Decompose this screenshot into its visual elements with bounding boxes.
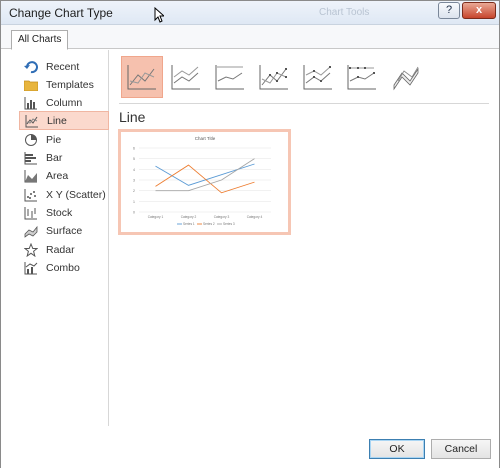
background-title: Chart Tools [319, 7, 370, 18]
preview-y-tick-label: 2 [133, 189, 135, 193]
percent-stacked-line-markers-subtype-icon [347, 65, 376, 90]
preview-x-tick-label: Category 2 [181, 215, 197, 219]
chart-type-column[interactable]: Column [19, 93, 109, 112]
section-title: Line [119, 109, 146, 125]
chart-type-pie[interactable]: Pie [19, 130, 109, 149]
bar-chart-icon [23, 150, 39, 166]
column-chart-icon [23, 95, 39, 111]
preview-series-line [155, 163, 255, 186]
tab-all-charts[interactable]: All Charts [11, 30, 69, 50]
line-markers-subtype-icon [259, 65, 288, 90]
surface-chart-icon [23, 223, 39, 239]
area-chart-icon [23, 168, 39, 184]
preview-y-tick-label: 5 [133, 157, 135, 161]
chart-preview[interactable]: Chart Title 6 5 4 3 2 1 0 Category 1 Category 2 Ca… [118, 129, 291, 235]
dialog-footer: OK Cancel [1, 426, 499, 468]
chart-type-label: Combo [46, 261, 80, 274]
stacked-line-subtype-icon [171, 65, 200, 90]
subtype-100-stacked-line-with-markers[interactable] [341, 56, 383, 98]
tab-strip: All Charts [1, 25, 499, 50]
chart-type-templates[interactable]: Templates [19, 75, 109, 94]
preview-y-tick-label: 3 [133, 179, 135, 183]
chart-type-bar[interactable]: Bar [19, 148, 109, 167]
chart-type-line[interactable]: Line [19, 111, 109, 130]
chart-type-label: Column [46, 96, 83, 109]
chart-type-radar[interactable]: Radar [19, 240, 109, 259]
preview-legend-label: Series 3 [223, 222, 235, 226]
preview-chart-svg: Chart Title 6 5 4 3 2 1 0 Category 1 Category 2 Ca… [133, 136, 271, 226]
cancel-button[interactable]: Cancel [431, 439, 491, 459]
radar-chart-icon [23, 242, 39, 258]
chart-type-label: Bar [46, 151, 63, 164]
line-chart-icon [24, 113, 40, 129]
subtype-stacked-line[interactable] [165, 56, 207, 98]
chart-subtype-gallery [119, 56, 489, 100]
title-bar: Change Chart Type Chart Tools ? x [1, 1, 499, 25]
pie-chart-icon [23, 132, 39, 148]
subtype-stacked-line-with-markers[interactable] [297, 56, 339, 98]
preview-y-tick-label: 6 [133, 147, 135, 151]
preview-x-tick-label: Category 1 [148, 215, 164, 219]
chart-type-surface[interactable]: Surface [19, 221, 109, 240]
mouse-pointer-icon [154, 7, 164, 23]
folder-icon [23, 77, 39, 93]
subtype-100-stacked-line[interactable] [209, 56, 251, 98]
preview-y-tick-label: 1 [133, 200, 135, 204]
scatter-chart-icon [23, 187, 39, 203]
subtype-3d-line[interactable] [385, 56, 427, 98]
chart-type-label: Pie [46, 133, 62, 146]
change-chart-type-dialog: Change Chart Type Chart Tools ? x All Ch… [0, 0, 500, 468]
subtype-line[interactable] [121, 56, 163, 98]
dialog-title: Change Chart Type [9, 6, 113, 20]
chart-type-label: Recent [46, 60, 80, 73]
chart-type-label: Surface [46, 224, 83, 237]
preview-y-tick-label: 0 [133, 211, 135, 215]
separator [119, 103, 489, 104]
line-subtype-icon [127, 65, 156, 90]
chart-type-recent[interactable]: Recent [19, 57, 109, 76]
subtype-line-with-markers[interactable] [253, 56, 295, 98]
3d-line-subtype-icon [393, 66, 419, 91]
chart-type-area[interactable]: Area [19, 166, 109, 185]
chart-type-label: X Y (Scatter) [46, 188, 106, 201]
combo-chart-icon [23, 260, 39, 276]
chart-type-combo[interactable]: Combo [19, 258, 109, 277]
stacked-line-markers-subtype-icon [303, 65, 332, 90]
chart-type-stock[interactable]: Stock [19, 203, 109, 222]
percent-stacked-line-subtype-icon [215, 65, 244, 90]
preview-legend-label: Series 1 [183, 222, 195, 226]
chart-type-list: Recent Templates Column Line Pie Bar Are… [11, 50, 109, 426]
preview-chart-title: Chart Title [195, 136, 216, 141]
chart-type-label: Templates [46, 78, 94, 91]
ok-button[interactable]: OK [369, 439, 425, 459]
chart-type-label: Line [47, 114, 67, 127]
stock-chart-icon [23, 205, 39, 221]
close-button[interactable]: x [462, 2, 496, 19]
preview-x-tick-label: Category 4 [247, 215, 263, 219]
preview-x-tick-label: Category 3 [214, 215, 230, 219]
chart-type-label: Stock [46, 206, 73, 219]
chart-type-label: Radar [46, 243, 75, 256]
help-button[interactable]: ? [438, 2, 460, 19]
recent-icon [23, 59, 39, 75]
preview-legend-label: Series 2 [203, 222, 215, 226]
chart-type-label: Area [46, 169, 69, 182]
chart-type-scatter[interactable]: X Y (Scatter) [19, 185, 109, 204]
preview-y-tick-label: 4 [133, 168, 135, 172]
